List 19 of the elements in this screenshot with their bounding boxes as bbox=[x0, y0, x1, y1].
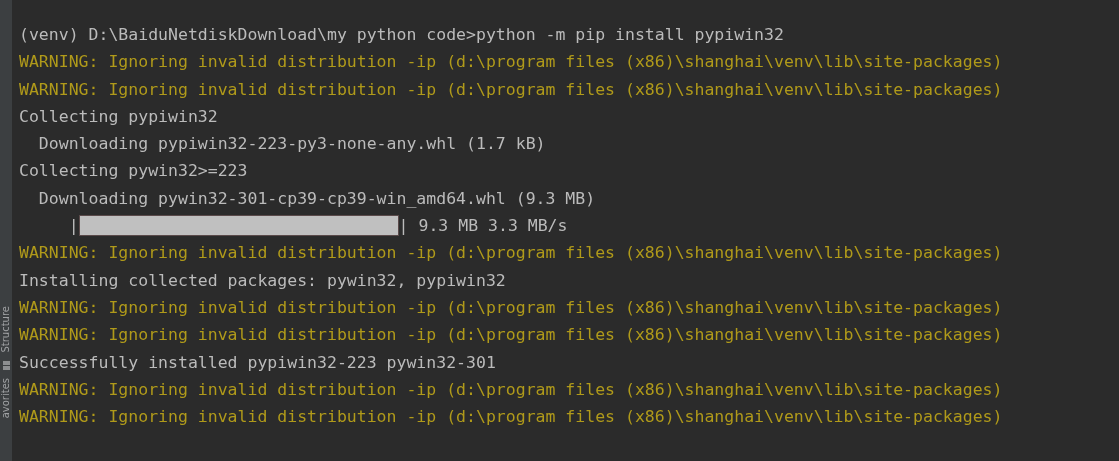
progress-reading: | 9.3 MB 3.3 MB/s bbox=[398, 215, 568, 238]
grid-icon[interactable] bbox=[2, 360, 10, 370]
warning-line: WARNING: Ignoring invalid distribution -ip (d:\program files (x86)\shanghai\venv\lib\site-packages) bbox=[19, 242, 1003, 265]
warning-line: WARNING: Ignoring invalid distribution -ip (d:\program files (x86)\shanghai\venv\lib\site-packages) bbox=[19, 324, 1003, 347]
warning-line: WARNING: Ignoring invalid distribution -ip (d:\program files (x86)\shanghai\venv\lib\site-packages) bbox=[19, 78, 1003, 101]
warning-line: WARNING: Ignoring invalid distribution -ip (d:\program files (x86)\shanghai\venv\lib\site-packages) bbox=[19, 296, 1003, 319]
output-line: Collecting pypiwin32 bbox=[19, 105, 218, 128]
progress-bracket: | bbox=[67, 215, 79, 238]
output-line: Downloading pywin32-301-cp39-cp39-win_amd64.whl (9.3 MB) bbox=[37, 187, 596, 210]
output-line: Installing collected packages: pywin32, pypiwin32 bbox=[19, 269, 506, 292]
output-line: Downloading pypiwin32-223-py3-none-any.whl (1.7 kB) bbox=[37, 133, 546, 156]
warning-line: WARNING: Ignoring invalid distribution -ip (d:\program files (x86)\shanghai\venv\lib\site-packages) bbox=[19, 406, 1003, 429]
side-tab[interactable]: avorites bbox=[0, 377, 12, 418]
output-line: Collecting pywin32>=223 bbox=[19, 160, 248, 183]
warning-line: WARNING: Ignoring invalid distribution -ip (d:\program files (x86)\shanghai\venv\lib\site-packages) bbox=[19, 51, 1003, 74]
warning-line: WARNING: Ignoring invalid distribution -ip (d:\program files (x86)\shanghai\venv\lib\site-packages) bbox=[19, 378, 1003, 401]
output-line: Successfully installed pypiwin32-223 pywin32-301 bbox=[19, 351, 496, 374]
side-tab[interactable]: Structure bbox=[0, 306, 12, 353]
output-line: (venv) D:\BaiduNetdiskDownload\my python code>python -m pip install pypiwin32 bbox=[19, 24, 784, 46]
